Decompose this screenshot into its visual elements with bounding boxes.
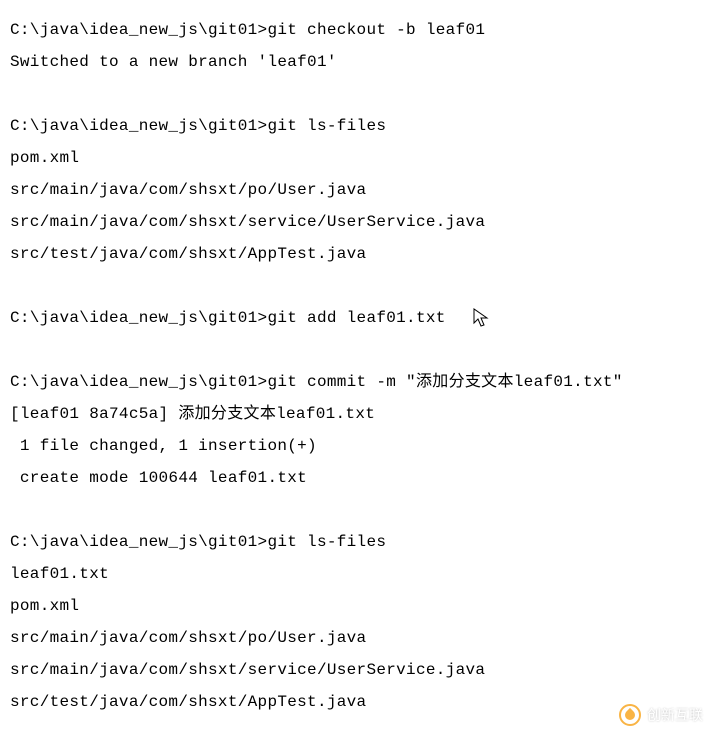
output-line: src/main/java/com/shsxt/service/UserServ… bbox=[10, 206, 705, 238]
output-line: src/main/java/com/shsxt/po/User.java bbox=[10, 174, 705, 206]
output-line: pom.xml bbox=[10, 142, 705, 174]
output-line: src/main/java/com/shsxt/service/UserServ… bbox=[10, 654, 705, 686]
output-line: src/test/java/com/shsxt/AppTest.java bbox=[10, 686, 705, 718]
output-line: pom.xml bbox=[10, 590, 705, 622]
blank-line bbox=[10, 270, 705, 302]
output-line: Switched to a new branch 'leaf01' bbox=[10, 46, 705, 78]
watermark-text: 创新互联 bbox=[647, 701, 703, 729]
command-line: C:\java\idea_new_js\git01>git ls-files bbox=[10, 526, 705, 558]
output-line: 1 file changed, 1 insertion(+) bbox=[10, 430, 705, 462]
terminal-output: C:\java\idea_new_js\git01>git checkout -… bbox=[10, 14, 705, 718]
watermark: 创新互联 bbox=[619, 701, 703, 729]
mouse-cursor-icon bbox=[473, 302, 489, 334]
command-line: C:\java\idea_new_js\git01>git checkout -… bbox=[10, 14, 705, 46]
output-line: [leaf01 8a74c5a] 添加分支文本leaf01.txt bbox=[10, 398, 705, 430]
command-line: C:\java\idea_new_js\git01>git add leaf01… bbox=[10, 302, 705, 334]
command-line: C:\java\idea_new_js\git01>git ls-files bbox=[10, 110, 705, 142]
blank-line bbox=[10, 494, 705, 526]
output-line: src/test/java/com/shsxt/AppTest.java bbox=[10, 238, 705, 270]
output-line: src/main/java/com/shsxt/po/User.java bbox=[10, 622, 705, 654]
output-line: leaf01.txt bbox=[10, 558, 705, 590]
output-line: create mode 100644 leaf01.txt bbox=[10, 462, 705, 494]
blank-line bbox=[10, 78, 705, 110]
blank-line bbox=[10, 334, 705, 366]
watermark-logo-icon bbox=[619, 704, 641, 726]
command-line: C:\java\idea_new_js\git01>git commit -m … bbox=[10, 366, 705, 398]
